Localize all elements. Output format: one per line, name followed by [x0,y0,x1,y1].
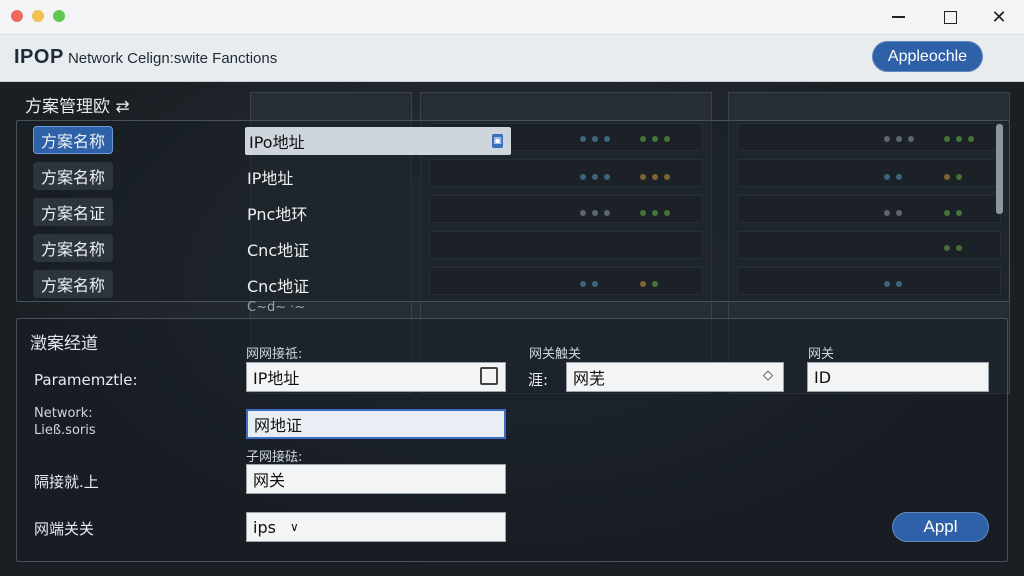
scheme-name[interactable]: 方案名称 [33,234,114,262]
zoom-traffic-light-icon[interactable] [53,10,65,22]
gateway-prefix-label: 涯: [528,371,549,389]
app-title-rest: Network Celign:swite Fanctions [63,50,278,67]
scheme-ip[interactable]: Pnc地环 [247,199,307,227]
network-label-line2: Ließ.soris [34,423,96,438]
gateway-id-value: ID [814,367,832,387]
picker-icon[interactable] [480,367,498,385]
parameters-label: Paramemztle: [34,371,138,389]
maximize-button[interactable] [937,5,963,29]
minimize-icon [891,16,905,18]
scheme-row[interactable]: 方案名称 Cnc地证 [17,267,1007,301]
scheme-name[interactable]: 方案名称 [33,162,114,190]
gateway-value: 网关 [253,471,286,490]
app-title-bold: IPOP [14,46,64,68]
scheme-name[interactable]: 方案名证 [33,198,114,226]
app-title: IPOP Network Celign:swite Fanctions [14,46,277,69]
scheme-ip-text: IPo地址 [249,133,305,152]
scheme-row[interactable]: 方案名称 IPo地址 ▣ [17,123,1007,157]
app-window: ✕ IPOP Network Celign:swite Fanctions Ap… [0,0,1024,576]
scheme-ip[interactable]: IPo地址 ▣ [245,127,511,155]
apply-button[interactable]: Appl [892,512,989,542]
scheme-row[interactable]: 方案名证 Pnc地环 [17,195,1007,229]
chevron-down-icon: ∨ [289,520,299,534]
scheme-row-partial: C~d~ ·~ [247,300,306,314]
gateway-right-label: 网关 [808,347,835,362]
scheme-row[interactable]: 方案名称 IP地址 [17,159,1007,193]
gateway-select-value: 网芜 [573,369,606,388]
subnet-label: 子网接砝: [246,450,303,465]
gateway-id-input[interactable]: ID [807,362,989,392]
lock-icon[interactable]: ▣ [492,134,503,148]
scheme-ip[interactable]: Cnc地证 [247,271,309,299]
ip-address-value: IP地址 [253,369,300,388]
network-label-line1: Network: [34,406,93,421]
header-action-button[interactable]: Appleochle [872,41,983,72]
scheme-list-scrollbar[interactable] [996,124,1003,214]
gateway-left-label: 隔接就.上 [34,473,99,491]
title-bar: ✕ [0,0,1024,35]
scheme-ip[interactable]: IP地址 [247,163,293,191]
details-panel [16,318,1008,562]
ips-select-value: ips [253,517,276,537]
scheme-name[interactable]: 方案名称 [33,270,114,298]
details-section-title: 澂案经道 [30,334,98,354]
close-button[interactable]: ✕ [986,5,1012,29]
scheme-row[interactable]: 方案名称 Cnc地证 [17,231,1007,265]
scheme-ip[interactable]: Cnc地证 [247,235,309,263]
ip-field-label: 网网接祗: [246,347,303,362]
scheme-name[interactable]: 方案名称 [33,126,114,154]
scheme-section-title: 方案管理欧 ⇄ [25,97,130,117]
close-icon: ✕ [991,6,1007,28]
gateway-bottom-label: 网端关关 [34,520,95,538]
network-address-value: 网地证 [254,416,303,435]
scheme-list: 方案名称 IPo地址 ▣ 方案名称 IP地址 方案名证 Pnc地环 方案名称 Cn… [16,120,1010,302]
gateway-select[interactable]: 网芜 ◇ [566,362,784,392]
minimize-traffic-light-icon[interactable] [32,10,44,22]
close-traffic-light-icon[interactable] [11,10,23,22]
app-header: IPOP Network Celign:swite Fanctions [0,35,1024,82]
gateway-field-label: 网关触关 [529,347,582,362]
up-down-icon: ◇ [763,368,773,383]
maximize-icon [943,10,957,24]
minimize-button[interactable] [885,5,911,29]
gateway-input[interactable]: 网关 [246,464,506,494]
network-address-input[interactable]: 网地证 [246,409,506,439]
ips-select[interactable]: ips ∨ [246,512,506,542]
ip-address-input[interactable]: IP地址 [246,362,506,392]
